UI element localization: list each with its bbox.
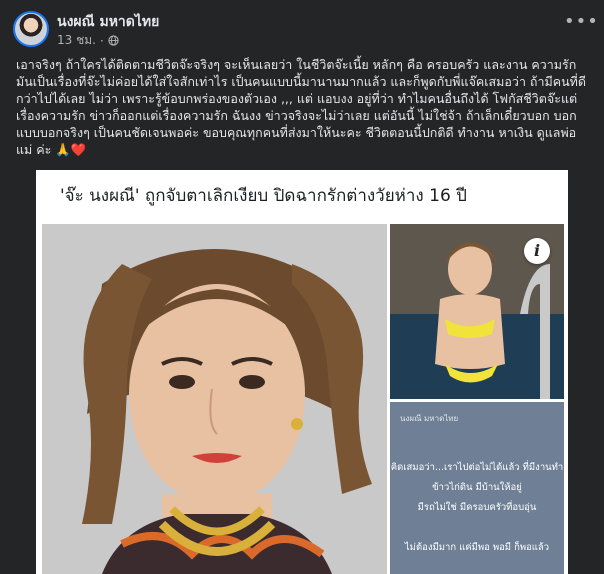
post-meta: 13 ชม. · xyxy=(57,31,119,50)
post-header: นงผณี มหาดไทย 13 ชม. · ••• xyxy=(0,0,604,48)
screenshot-line: ไม่ต้องมีมาก แค่มีพอ พอมี ก็พอแล้ว xyxy=(404,542,550,553)
screenshot-line: คิดเสมอว่า...เราไปต่อไม่ได้แล้ว ที่มีงาน… xyxy=(390,462,564,473)
author-avatar[interactable] xyxy=(13,11,49,47)
globe-icon[interactable] xyxy=(108,35,119,46)
post-time[interactable]: 13 ชม. xyxy=(57,31,96,50)
screenshot-line: ข้าวไก่ดิน มีบ้านให้อยู่ xyxy=(432,482,522,493)
screenshot-line: มีรถไม่ใช่ มีครอบครัวที่อบอุ่น xyxy=(417,502,537,513)
more-horizontal-icon[interactable]: ••• xyxy=(564,13,598,34)
meta-separator: · xyxy=(99,33,104,48)
portrait-illustration xyxy=(42,224,387,574)
embedded-image[interactable]: 'จ๊ะ นงผณี' ถูกจับตาเลิกเงียบ ปิดฉากรักต… xyxy=(36,170,568,574)
screenshot-photo: นงผณี มหาดไทย คิดเสมอว่า...เราไปต่อไม่ได… xyxy=(390,402,564,574)
author-name[interactable]: นงผณี มหาดไทย xyxy=(57,11,159,33)
pool-photo: i xyxy=(390,224,564,399)
info-icon[interactable]: i xyxy=(524,238,550,264)
post-text: เอาจริงๆ ถ้าใครได้ติดตามชีวิตจ๊ะจริงๆ จะ… xyxy=(16,57,587,157)
portrait-photo xyxy=(42,224,387,574)
screenshot-author: นงผณี มหาดไทย xyxy=(400,414,459,423)
screenshot-overlay: นงผณี มหาดไทย คิดเสมอว่า...เราไปต่อไม่ได… xyxy=(390,402,564,574)
embed-headline: 'จ๊ะ นงผณี' ถูกจับตาเลิกเงียบ ปิดฉากรักต… xyxy=(60,186,467,206)
